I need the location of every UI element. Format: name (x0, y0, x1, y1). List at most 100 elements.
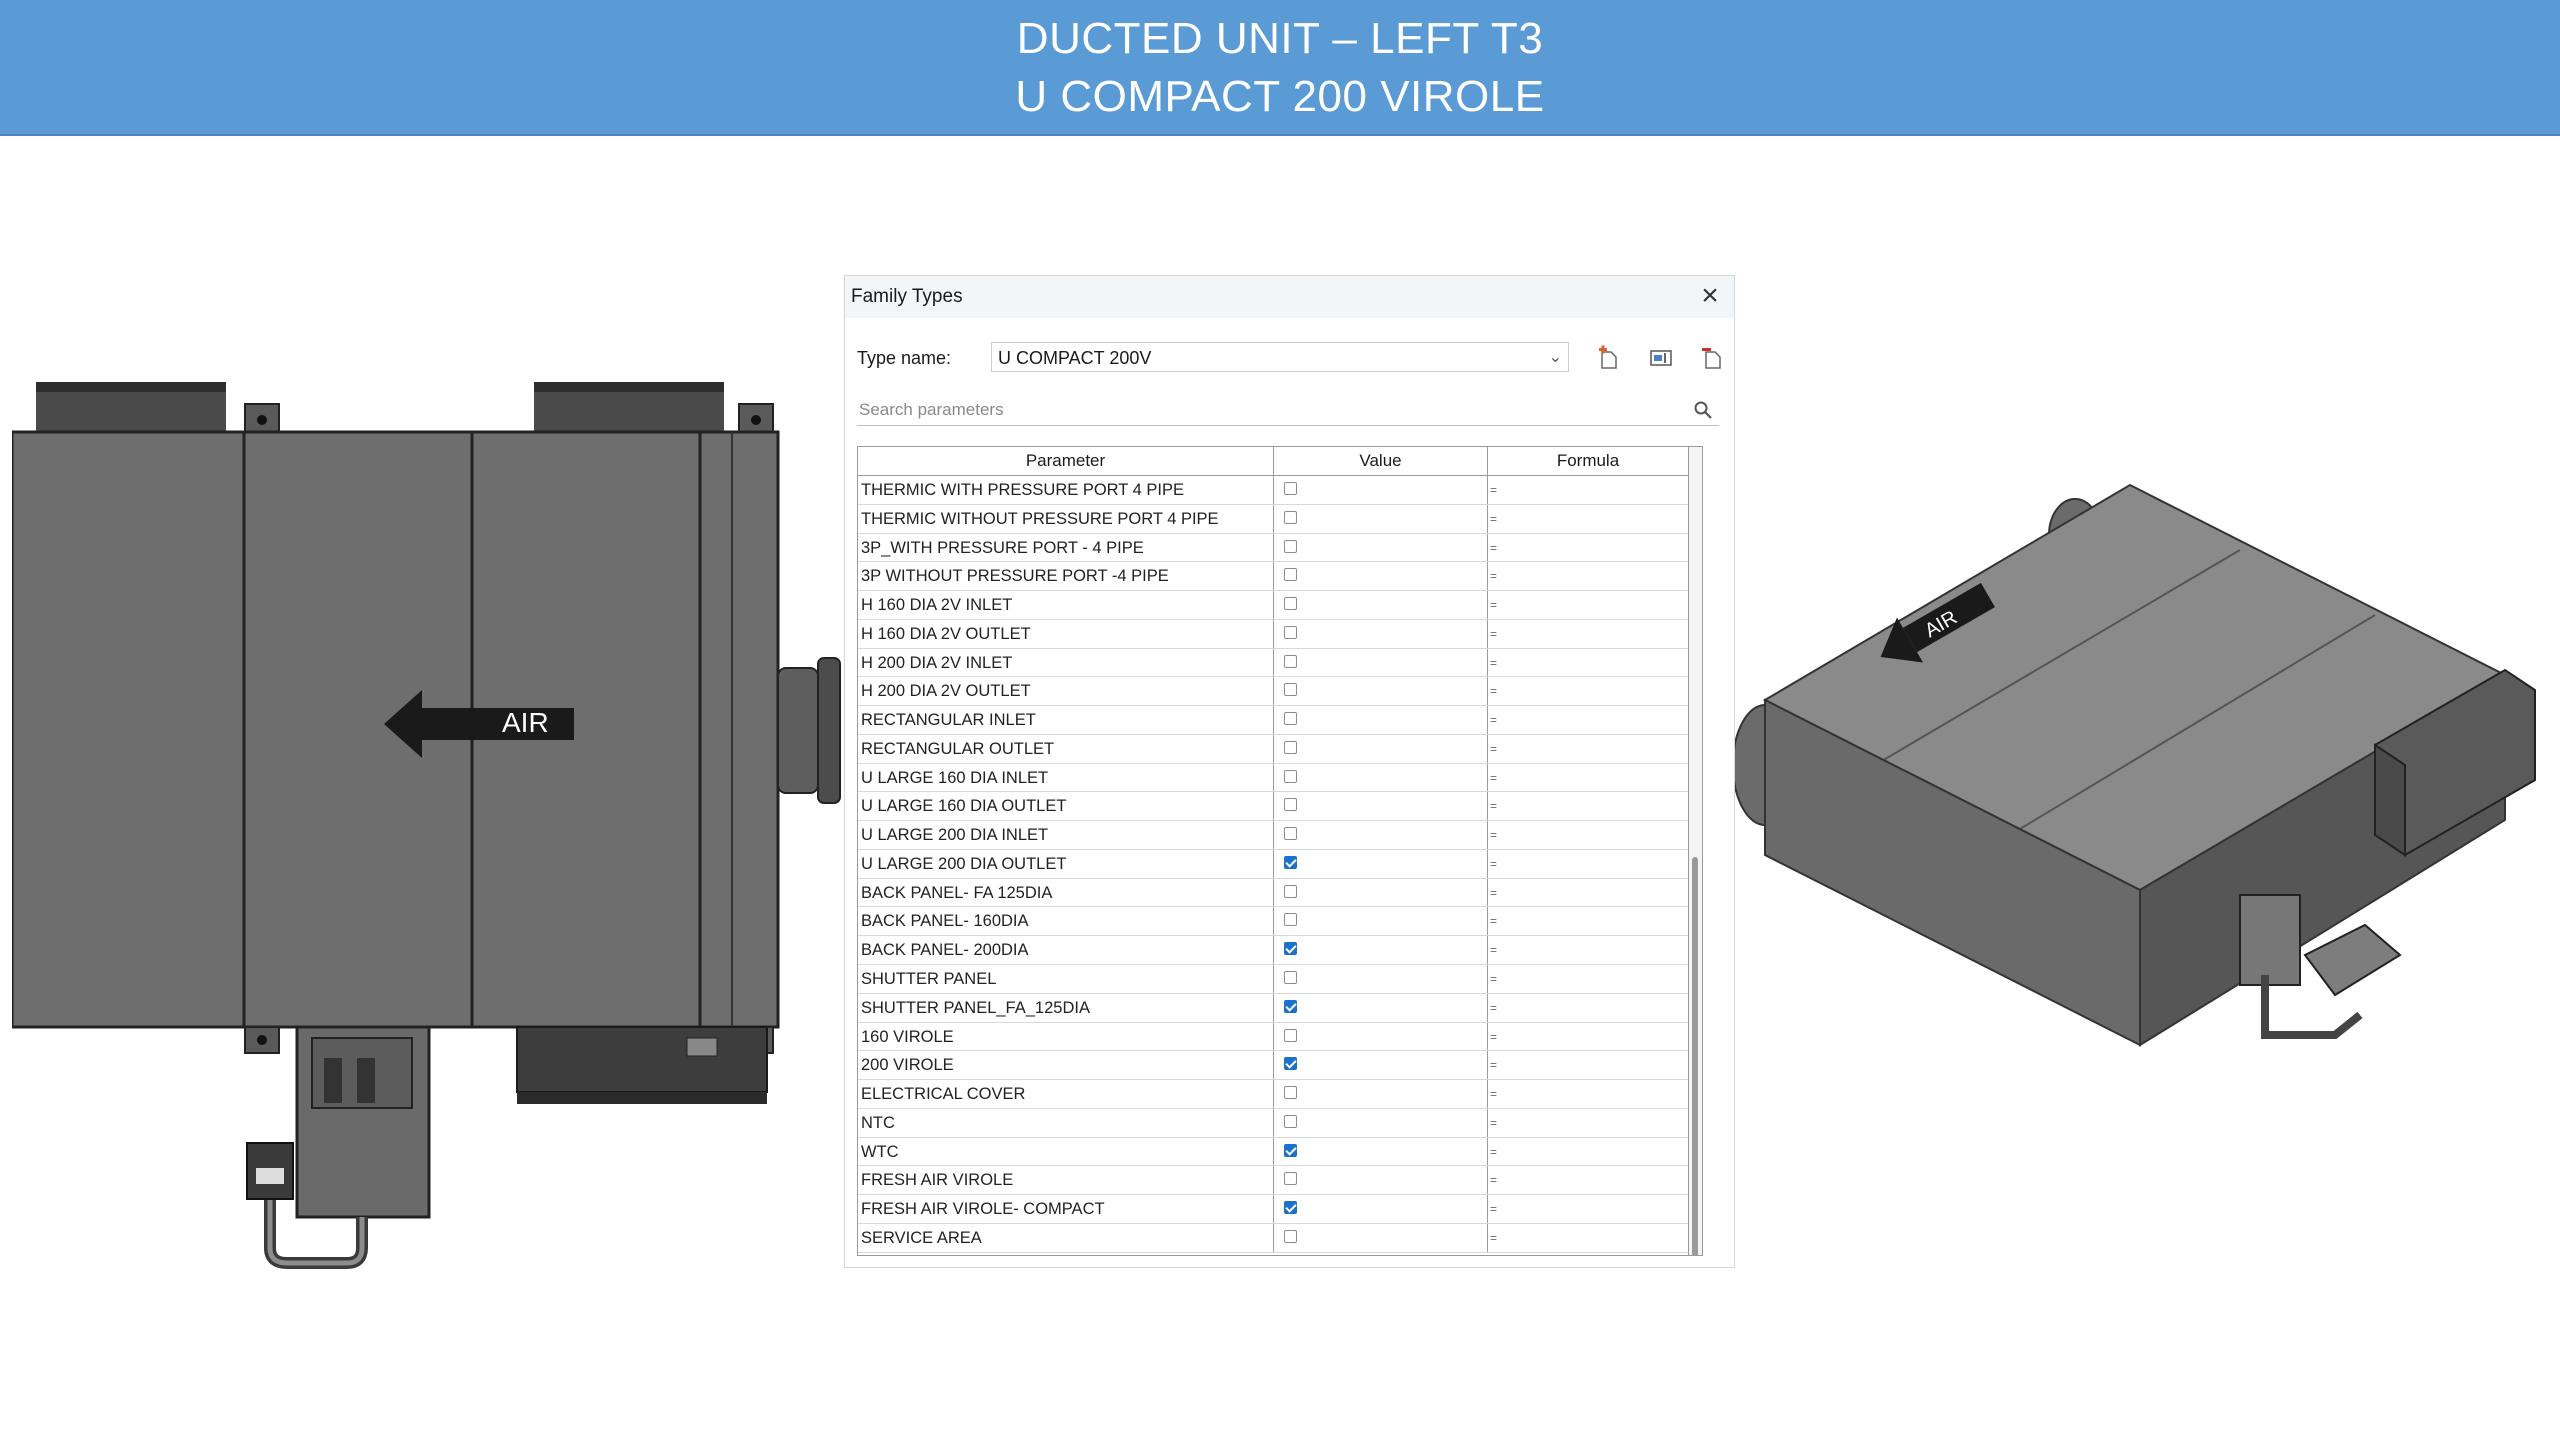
parameter-checkbox[interactable] (1284, 510, 1297, 524)
parameter-checkbox[interactable] (1284, 683, 1297, 697)
formula-cell[interactable]: = (1488, 821, 1688, 849)
formula-cell[interactable]: = (1488, 1109, 1688, 1137)
table-row[interactable]: 3P WITHOUT PRESSURE PORT -4 PIPE = (858, 562, 1702, 592)
formula-cell[interactable]: = (1488, 620, 1688, 648)
formula-cell[interactable]: = (1488, 850, 1688, 878)
table-row[interactable]: WTC = (858, 1137, 1702, 1167)
formula-cell[interactable]: = (1488, 591, 1688, 619)
formula-cell[interactable]: = (1488, 936, 1688, 964)
parameter-checkbox[interactable] (1284, 798, 1297, 812)
parameter-checkbox[interactable] (1284, 913, 1297, 927)
unit-isometric-view: AIR (1735, 483, 2536, 1047)
formula-cell[interactable]: = (1488, 764, 1688, 792)
table-row[interactable]: SERVICE AREA = (858, 1223, 1702, 1253)
parameter-checkbox[interactable] (1284, 942, 1297, 956)
column-header-value[interactable]: Value (1274, 447, 1488, 475)
table-row[interactable]: 3P_WITH PRESSURE PORT - 4 PIPE = (858, 533, 1702, 563)
formula-cell[interactable]: = (1488, 907, 1688, 935)
table-row[interactable]: RECTANGULAR INLET = (858, 706, 1702, 735)
formula-cell[interactable]: = (1488, 562, 1688, 590)
table-row[interactable]: U LARGE 160 DIA INLET = (858, 763, 1702, 793)
parameter-name: ELECTRICAL COVER (858, 1080, 1274, 1108)
parameter-checkbox[interactable] (1284, 740, 1297, 754)
parameter-checkbox[interactable] (1284, 971, 1297, 985)
scrollbar-thumb[interactable] (1692, 857, 1698, 1255)
parameter-checkbox[interactable] (1284, 1114, 1297, 1128)
formula-cell[interactable]: = (1488, 476, 1688, 504)
table-row[interactable]: ELECTRICAL COVER = (858, 1080, 1702, 1109)
search-input[interactable] (857, 394, 1681, 426)
formula-cell[interactable]: = (1488, 994, 1688, 1022)
table-row[interactable]: U LARGE 200 DIA INLET = (858, 821, 1702, 850)
formula-cell[interactable]: = (1488, 505, 1688, 533)
parameter-checkbox[interactable] (1284, 654, 1297, 668)
rename-type-icon[interactable] (1647, 344, 1675, 372)
table-row[interactable]: U LARGE 200 DIA OUTLET = (858, 849, 1702, 879)
parameter-checkbox[interactable] (1284, 539, 1297, 553)
type-name-dropdown[interactable]: U COMPACT 200V ⌄ (991, 342, 1569, 372)
formula-cell[interactable]: = (1488, 1195, 1688, 1223)
formula-cell[interactable]: = (1488, 1023, 1688, 1051)
formula-cell[interactable]: = (1488, 1138, 1688, 1166)
parameter-checkbox[interactable] (1284, 597, 1297, 611)
formula-cell[interactable]: = (1488, 677, 1688, 705)
formula-cell[interactable]: = (1488, 649, 1688, 677)
table-row[interactable]: U LARGE 160 DIA OUTLET = (858, 792, 1702, 822)
parameter-checkbox[interactable] (1284, 855, 1297, 869)
formula-cell[interactable]: = (1488, 965, 1688, 993)
family-types-dialog: Family Types × Type name: U COMPACT 200V… (844, 275, 1735, 1268)
column-header-formula[interactable]: Formula (1488, 447, 1688, 475)
column-header-parameter[interactable]: Parameter (858, 447, 1274, 475)
parameter-checkbox[interactable] (1284, 1172, 1297, 1186)
delete-type-icon[interactable] (1699, 344, 1727, 372)
table-row[interactable]: SHUTTER PANEL = (858, 965, 1702, 994)
formula-cell[interactable]: = (1488, 1080, 1688, 1108)
formula-cell[interactable]: = (1488, 879, 1688, 907)
parameter-checkbox[interactable] (1284, 482, 1297, 495)
table-row[interactable]: H 160 DIA 2V OUTLET = (858, 619, 1702, 649)
table-row[interactable]: NTC = (858, 1108, 1702, 1138)
parameter-name: FRESH AIR VIROLE (858, 1166, 1274, 1195)
parameter-name: BACK PANEL- FA 125DIA (858, 878, 1274, 907)
search-icon[interactable] (1693, 400, 1713, 420)
table-row[interactable]: H 200 DIA 2V INLET = (858, 648, 1702, 678)
left-air-label: AIR (502, 707, 549, 738)
table-row[interactable]: 160 VIROLE = (858, 1022, 1702, 1052)
title-banner: DUCTED UNIT – LEFT T3 U COMPACT 200 VIRO… (0, 0, 2560, 136)
parameter-checkbox[interactable] (1284, 1143, 1297, 1157)
table-row[interactable]: THERMIC WITH PRESSURE PORT 4 PIPE = (858, 476, 1702, 505)
grid-scrollbar[interactable] (1688, 447, 1702, 1255)
parameter-checkbox[interactable] (1284, 827, 1297, 841)
parameter-checkbox[interactable] (1284, 1086, 1297, 1100)
formula-cell[interactable]: = (1488, 534, 1688, 562)
parameter-checkbox[interactable] (1284, 568, 1297, 582)
table-row[interactable]: BACK PANEL- 200DIA = (858, 936, 1702, 966)
table-row[interactable]: BACK PANEL- FA 125DIA = (858, 878, 1702, 908)
formula-cell[interactable]: = (1488, 1224, 1688, 1252)
parameter-checkbox[interactable] (1284, 1028, 1297, 1042)
table-row[interactable]: H 200 DIA 2V OUTLET = (858, 677, 1702, 707)
table-row[interactable]: FRESH AIR VIROLE = (858, 1166, 1702, 1196)
table-row[interactable]: THERMIC WITHOUT PRESSURE PORT 4 PIPE = (858, 504, 1702, 534)
table-row[interactable]: SHUTTER PANEL_FA_125DIA = (858, 993, 1702, 1023)
parameter-checkbox[interactable] (1284, 712, 1297, 726)
formula-cell[interactable]: = (1488, 792, 1688, 820)
parameter-checkbox[interactable] (1284, 625, 1297, 639)
parameter-checkbox[interactable] (1284, 1057, 1297, 1071)
table-row[interactable]: BACK PANEL- 160DIA = (858, 907, 1702, 937)
formula-cell[interactable]: = (1488, 735, 1688, 763)
parameter-checkbox[interactable] (1284, 769, 1297, 783)
close-icon[interactable]: × (1694, 280, 1726, 312)
formula-cell[interactable]: = (1488, 706, 1688, 734)
parameter-checkbox[interactable] (1284, 1201, 1297, 1215)
table-row[interactable]: RECTANGULAR OUTLET = (858, 734, 1702, 764)
parameter-checkbox[interactable] (1284, 1229, 1297, 1243)
new-type-icon[interactable] (1595, 344, 1623, 372)
parameter-checkbox[interactable] (1284, 999, 1297, 1013)
table-row[interactable]: H 160 DIA 2V INLET = (858, 591, 1702, 620)
parameter-checkbox[interactable] (1284, 884, 1297, 898)
formula-cell[interactable]: = (1488, 1051, 1688, 1079)
formula-cell[interactable]: = (1488, 1166, 1688, 1194)
table-row[interactable]: FRESH AIR VIROLE- COMPACT = (858, 1195, 1702, 1224)
table-row[interactable]: 200 VIROLE = (858, 1051, 1702, 1081)
